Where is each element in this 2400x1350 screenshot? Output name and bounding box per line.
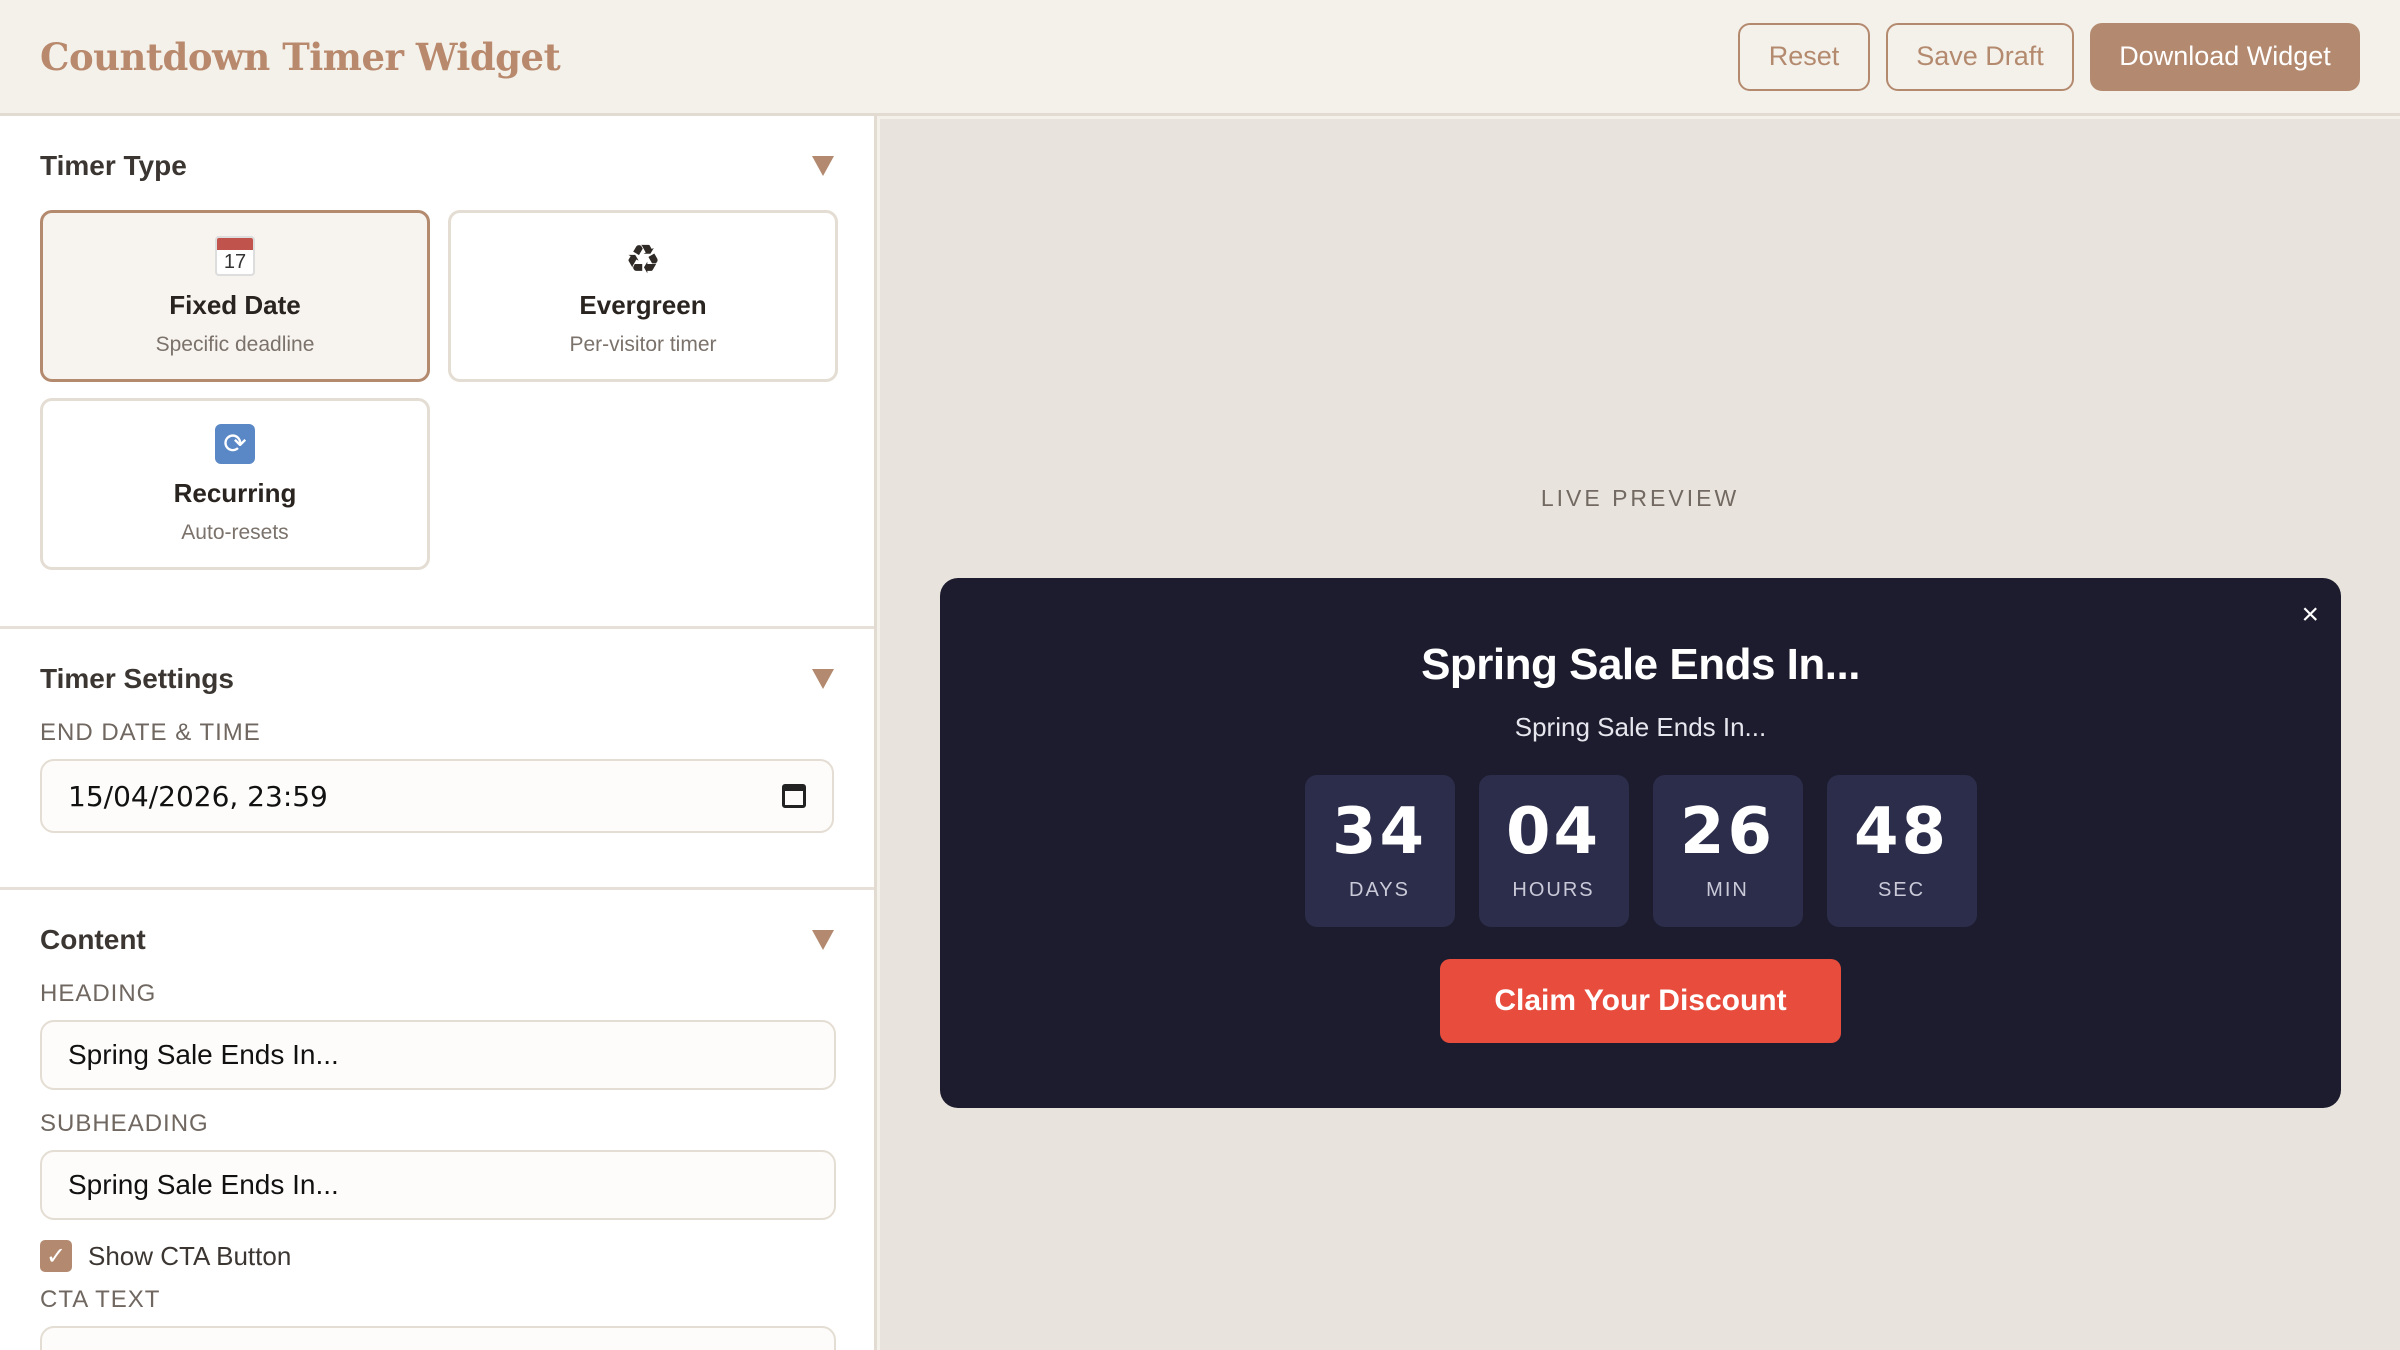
subheading-input[interactable]: Spring Sale Ends In... [40,1150,836,1220]
heading-label: HEADING [40,980,157,1007]
app-title: Countdown Timer Widget [40,34,561,79]
end-date-input[interactable]: 15/04/2026, 23:59 [40,759,834,833]
collapse-caret-icon[interactable] [812,156,834,176]
section-title: Timer Settings [40,663,234,694]
claim-discount-button[interactable]: Claim Your Discount [1440,959,1841,1043]
hours-label: HOURS [1512,879,1595,901]
countdown-widget: × Spring Sale Ends In... Spring Sale End… [940,578,2341,1108]
live-preview-label: LIVE PREVIEW [1540,485,1740,511]
show-cta-label: Show CTA Button [88,1240,292,1271]
subheading-label: SUBHEADING [40,1110,209,1137]
show-cta-row[interactable]: ✓ Show CTA Button [40,1240,834,1272]
timer-settings-header[interactable]: Timer Settings [40,659,834,699]
heading-input[interactable]: Spring Sale Ends In... [40,1020,836,1090]
recycle-icon: ♻ [625,237,661,282]
settings-sidebar[interactable]: Timer Type 17 Fixed Date Specific deadli… [0,116,877,1350]
timer-type-fixed-date[interactable]: 17 Fixed Date Specific deadline [40,210,430,382]
preview-area: LIVE PREVIEW × Spring Sale Ends In... Sp… [880,119,2400,1350]
close-icon[interactable]: × [2301,598,2319,632]
calendar-picker-icon[interactable] [782,784,806,808]
end-date-value: 15/04/2026, 23:59 [68,779,328,813]
seconds-label: SEC [1877,879,1926,901]
cta-text-input[interactable] [40,1326,836,1350]
section-title: Content [40,924,146,955]
section-title: Timer Type [40,150,187,181]
end-date-label: END DATE & TIME [40,719,261,746]
show-cta-checkbox[interactable]: ✓ [40,1240,72,1272]
countdown-days: 34 DAYS [1304,775,1455,927]
minutes-value: 26 [1679,795,1776,869]
option-desc: Auto-resets [181,520,289,544]
countdown-seconds: 48 SEC [1826,775,1977,927]
option-desc: Specific deadline [155,332,315,356]
refresh-icon: ⟳ [215,423,255,472]
timer-type-section: Timer Type 17 Fixed Date Specific deadli… [0,116,874,629]
reset-button[interactable]: Reset [1738,22,1870,91]
hours-value: 04 [1505,795,1602,869]
timer-type-recurring[interactable]: ⟳ Recurring Auto-resets [40,398,430,570]
timer-settings-section: Timer Settings END DATE & TIME 15/04/202… [0,629,874,890]
toolbar-actions: Reset Save Draft Download Widget [1738,22,2360,91]
save-draft-button[interactable]: Save Draft [1886,22,2074,91]
download-widget-button[interactable]: Download Widget [2090,22,2360,91]
collapse-caret-icon[interactable] [812,930,834,950]
days-label: DAYS [1349,879,1410,901]
content-header[interactable]: Content [40,920,834,960]
seconds-value: 48 [1853,795,1950,869]
timer-type-evergreen[interactable]: ♻ Evergreen Per-visitor timer [448,210,838,382]
timer-type-options: 17 Fixed Date Specific deadline ♻ Evergr… [40,210,838,626]
option-name: Recurring [173,477,297,508]
option-desc: Per-visitor timer [569,332,717,356]
widget-heading: Spring Sale Ends In... [1421,640,1860,689]
cta-text-label: CTA TEXT [40,1286,161,1313]
days-value: 34 [1331,795,1428,869]
top-bar: Countdown Timer Widget Reset Save Draft … [0,0,2400,116]
minutes-label: MIN [1706,879,1749,901]
countdown-minutes: 26 MIN [1652,775,1803,927]
content-section: Content HEADING Spring Sale Ends In... S… [0,890,874,1350]
calendar-icon: 17 [215,235,255,284]
timer-type-header[interactable]: Timer Type [40,146,834,186]
countdown-hours: 04 HOURS [1478,775,1629,927]
widget-subheading: Spring Sale Ends In... [1514,712,1767,742]
option-name: Evergreen [579,289,707,320]
countdown-row: 34 DAYS 04 HOURS 26 MIN 48 SEC [940,775,2341,927]
option-name: Fixed Date [169,289,301,320]
collapse-caret-icon[interactable] [812,669,834,689]
